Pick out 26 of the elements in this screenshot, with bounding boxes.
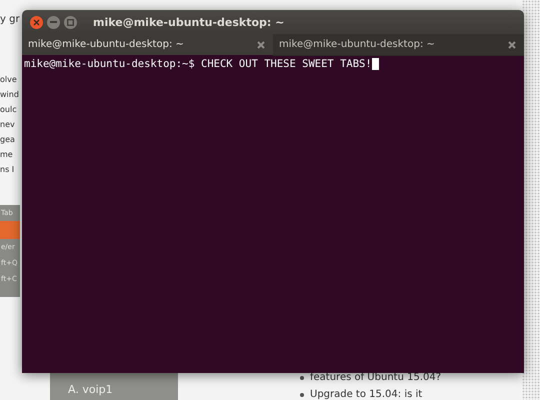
minimize-button[interactable] bbox=[47, 16, 60, 28]
close-icon bbox=[33, 18, 40, 26]
maximize-button[interactable] bbox=[64, 16, 77, 28]
text-fragment: me bbox=[0, 150, 14, 159]
text-fragment: olve bbox=[0, 75, 18, 84]
bullet-icon bbox=[300, 376, 304, 380]
heading-fragment: y gr bbox=[0, 14, 20, 25]
link[interactable]: features of Ubuntu 15.04? bbox=[310, 372, 442, 383]
text-fragment: gea bbox=[0, 135, 16, 144]
tab-label: mike@mike-ubuntu-desktop: ~ bbox=[28, 39, 184, 50]
text-fragment: wind bbox=[0, 90, 20, 99]
tab-label: mike@mike-ubuntu-desktop: ~ bbox=[279, 39, 435, 50]
link[interactable]: Upgrade to 15.04: is it bbox=[310, 389, 422, 400]
close-icon[interactable] bbox=[257, 40, 265, 48]
text-fragment: oulc bbox=[0, 105, 18, 114]
list-item: A. voip1 bbox=[68, 383, 113, 396]
window-title: mike@mike-ubuntu-desktop: ~ bbox=[93, 16, 284, 28]
maximize-icon bbox=[67, 18, 74, 26]
close-icon[interactable] bbox=[508, 40, 516, 48]
text-fragment: ns I bbox=[0, 165, 16, 174]
close-button[interactable] bbox=[30, 16, 43, 28]
terminal-line: mike@mike-ubuntu-desktop:~$ CHECK OUT THESE SWEET TABS! bbox=[24, 58, 372, 70]
terminal-tab[interactable]: mike@mike-ubuntu-desktop: ~ bbox=[273, 34, 524, 56]
minimize-icon bbox=[50, 21, 57, 23]
text-fragment: nev bbox=[0, 120, 16, 129]
bullet-icon bbox=[300, 392, 304, 396]
